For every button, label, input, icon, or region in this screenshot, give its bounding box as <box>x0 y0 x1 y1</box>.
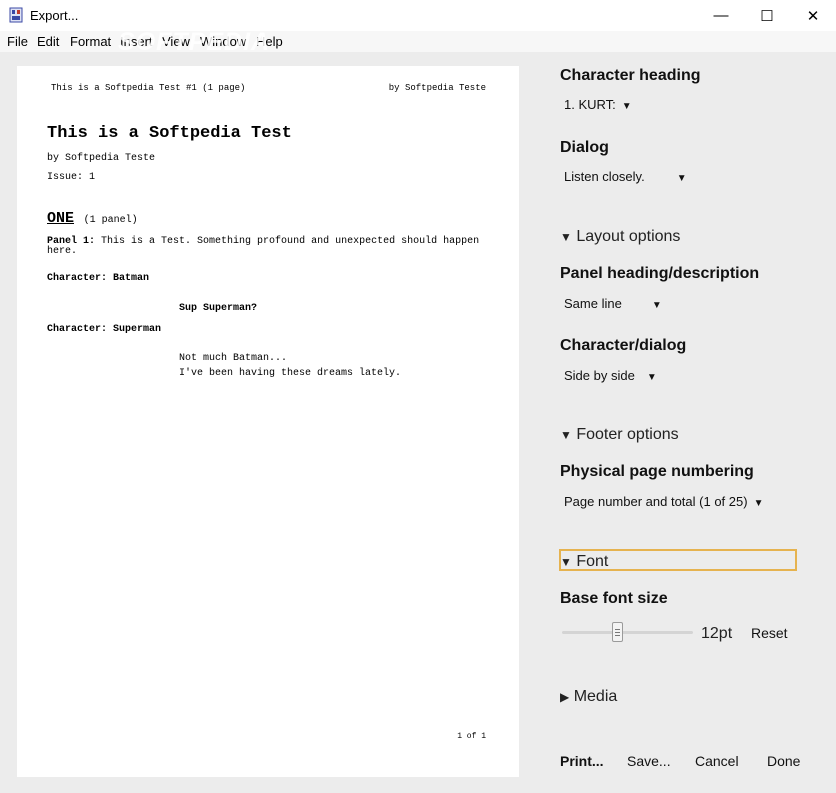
preview-panel-count: (1 panel) <box>83 215 138 226</box>
cancel-button[interactable]: Cancel <box>695 753 739 769</box>
preview-panel-line: Panel 1: This is a Test. Something profo… <box>47 236 479 247</box>
collapsed-triangle-icon: ▶ <box>560 690 570 704</box>
layout-options-toggle[interactable]: ▼ Layout options <box>560 228 680 246</box>
dropdown-arrow-icon: ▼ <box>621 101 632 112</box>
font-size-slider-thumb[interactable] <box>611 622 623 642</box>
preview-byline: by Softpedia Teste <box>47 153 156 164</box>
menu-format[interactable]: Format <box>70 34 111 49</box>
panel-heading-value: Same line <box>564 296 622 311</box>
footer-options-toggle[interactable]: ▼ Footer options <box>560 426 679 444</box>
base-font-size-label: Base font size <box>560 590 668 607</box>
done-button[interactable]: Done <box>767 753 800 769</box>
maximize-button[interactable]: ☐ <box>744 0 790 31</box>
expanded-triangle-icon: ▼ <box>560 555 572 569</box>
dropdown-arrow-icon: ▼ <box>753 498 764 509</box>
preview-character-2: Character: Superman <box>47 324 162 335</box>
dropdown-arrow-icon: ▼ <box>676 173 687 184</box>
panel-heading-dropdown[interactable]: Same line ▼ <box>564 296 662 311</box>
title-bar: Export... — ☐ ✕ <box>0 0 836 31</box>
layout-options-label: Layout options <box>576 228 681 245</box>
close-button[interactable]: ✕ <box>790 0 836 31</box>
font-size-value: 12pt <box>701 625 733 642</box>
character-dialog-value: Side by side <box>564 368 635 383</box>
character-heading-label: Character heading <box>560 67 701 84</box>
character-heading-value: 1. KURT: <box>564 97 616 112</box>
window-title: Export... <box>30 8 79 23</box>
page-numbering-label: Physical page numbering <box>560 463 754 480</box>
font-size-slider-track[interactable] <box>562 631 693 634</box>
dialog-label: Dialog <box>560 139 609 156</box>
preview-dialog-2b: I've been having these dreams lately. <box>179 368 402 379</box>
page-numbering-dropdown[interactable]: Page number and total (1 of 25) ▼ <box>564 494 763 509</box>
preview-page-footer: 1 of 1 <box>457 732 486 741</box>
expanded-triangle-icon: ▼ <box>560 428 572 442</box>
menu-file[interactable]: File <box>7 34 28 49</box>
media-toggle[interactable]: ▶ Media <box>560 688 617 706</box>
preview-header-left: This is a Softpedia Test #1 (1 page) <box>51 83 246 93</box>
dialog-value: Listen closely. <box>564 169 645 184</box>
font-size-reset-button[interactable]: Reset <box>751 625 788 641</box>
font-label: Font <box>576 553 609 570</box>
export-options-panel: Character heading 1. KURT: ▼ Dialog Liste… <box>559 52 836 793</box>
preview-issue: Issue: 1 <box>47 172 96 183</box>
preview-panel-desc: This is a Test. Something profound and u… <box>101 236 480 247</box>
dropdown-arrow-icon: ▼ <box>651 300 662 311</box>
preview-page-heading: ONE <box>47 210 75 227</box>
preview-title: This is a Softpedia Test <box>47 124 292 143</box>
page-preview: This is a Softpedia Test #1 (1 page) by … <box>17 66 519 777</box>
softpedia-watermark: SOFTPEDIA <box>118 28 271 56</box>
preview-dialog-2a: Not much Batman... <box>179 353 288 364</box>
menu-edit[interactable]: Edit <box>37 34 59 49</box>
panel-heading-label: Panel heading/description <box>560 265 760 282</box>
preview-character-1: Character: Batman <box>47 273 150 284</box>
preview-page-heading-row: ONE (1 panel) <box>47 209 138 227</box>
preview-header-right: by Softpedia Teste <box>388 83 486 93</box>
page-numbering-value: Page number and total (1 of 25) <box>564 494 748 509</box>
print-button[interactable]: Print... <box>560 753 604 769</box>
preview-panel-desc-cont: here. <box>47 246 78 257</box>
minimize-button[interactable]: — <box>698 0 744 31</box>
expanded-triangle-icon: ▼ <box>560 230 572 244</box>
footer-options-label: Footer options <box>576 426 679 443</box>
dropdown-arrow-icon: ▼ <box>646 372 657 383</box>
media-label: Media <box>573 688 618 705</box>
save-button[interactable]: Save... <box>627 753 671 769</box>
character-dialog-label: Character/dialog <box>560 337 687 354</box>
font-toggle[interactable]: ▼ Font <box>560 553 608 571</box>
app-icon <box>9 7 23 23</box>
character-heading-dropdown[interactable]: 1. KURT: ▼ <box>564 97 632 112</box>
preview-dialog-1: Sup Superman? <box>179 303 258 314</box>
dialog-dropdown[interactable]: Listen closely. ▼ <box>564 169 687 184</box>
character-dialog-dropdown[interactable]: Side by side ▼ <box>564 368 657 383</box>
